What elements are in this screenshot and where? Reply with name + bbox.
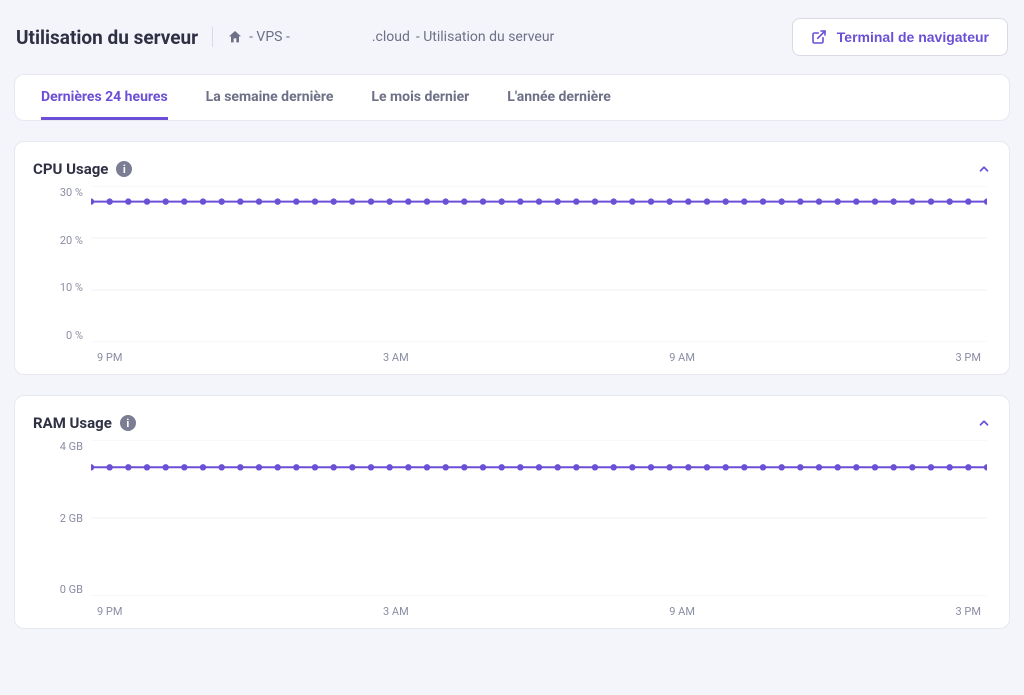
y-tick-label: 4 GB: [39, 440, 83, 453]
y-tick-label: 2 GB: [39, 512, 83, 525]
cpu-panel-title: CPU Usage: [33, 160, 108, 178]
x-tick-label: 3 AM: [383, 605, 409, 618]
cpu-usage-panel: CPU Usage i 30 % 20 % 10 % 0 % 9 PM 3 AM 9 AM…: [14, 141, 1010, 375]
y-tick-label: 30 %: [39, 186, 83, 199]
time-range-tabs: Dernières 24 heures La semaine dernière …: [14, 74, 1010, 121]
cpu-y-axis: 30 % 20 % 10 % 0 %: [39, 186, 83, 342]
ram-chart: 4 GB 2 GB 0 GB 9 PM 3 AM 9 AM 3 PM: [33, 440, 991, 620]
ram-title-wrap: RAM Usage i: [33, 414, 136, 432]
x-tick-label: 9 PM: [97, 605, 122, 618]
chevron-up-icon[interactable]: [977, 162, 991, 176]
ram-x-axis: 9 PM 3 AM 9 AM 3 PM: [91, 605, 987, 618]
x-tick-label: 3 PM: [956, 351, 981, 364]
breadcrumb-host-redacted: [296, 32, 366, 42]
breadcrumb-prefix: - VPS -: [249, 29, 290, 45]
cpu-plot: [91, 186, 987, 342]
ram-usage-panel: RAM Usage i 4 GB 2 GB 0 GB 9 PM 3 AM 9 AM 3 P…: [14, 395, 1010, 629]
header-left: Utilisation du serveur - VPS - .cloud - …: [16, 26, 554, 49]
ram-panel-title: RAM Usage: [33, 414, 112, 432]
y-tick-label: 20 %: [39, 234, 83, 247]
ram-plot: [91, 440, 987, 596]
x-tick-label: 9 AM: [669, 351, 695, 364]
cpu-chart: 30 % 20 % 10 % 0 % 9 PM 3 AM 9 AM 3 PM: [33, 186, 991, 366]
info-icon[interactable]: i: [116, 161, 132, 177]
x-tick-label: 9 AM: [669, 605, 695, 618]
page-header: Utilisation du serveur - VPS - .cloud - …: [14, 14, 1010, 60]
ram-panel-head: RAM Usage i: [33, 414, 991, 432]
tab-month[interactable]: Le mois dernier: [371, 75, 469, 120]
page-title: Utilisation du serveur: [16, 26, 198, 49]
chevron-up-icon[interactable]: [977, 416, 991, 430]
cpu-x-axis: 9 PM 3 AM 9 AM 3 PM: [91, 351, 987, 364]
y-tick-label: 0 %: [39, 329, 83, 342]
cpu-panel-head: CPU Usage i: [33, 160, 991, 178]
browser-terminal-label: Terminal de navigateur: [837, 29, 989, 45]
breadcrumb-suffix: - Utilisation du serveur: [416, 29, 554, 45]
external-link-icon: [811, 29, 827, 45]
x-tick-label: 3 AM: [383, 351, 409, 364]
cpu-title-wrap: CPU Usage i: [33, 160, 132, 178]
x-tick-label: 9 PM: [97, 351, 122, 364]
browser-terminal-button[interactable]: Terminal de navigateur: [792, 18, 1008, 56]
tab-24h[interactable]: Dernières 24 heures: [41, 75, 168, 120]
tab-week[interactable]: La semaine dernière: [206, 75, 334, 120]
breadcrumb-host-suffix: .cloud: [372, 29, 410, 45]
y-tick-label: 10 %: [39, 281, 83, 294]
tab-year[interactable]: L'année dernière: [507, 75, 611, 120]
y-tick-label: 0 GB: [39, 583, 83, 596]
info-icon[interactable]: i: [120, 415, 136, 431]
breadcrumb: - VPS - .cloud - Utilisation du serveur: [227, 29, 554, 45]
x-tick-label: 3 PM: [956, 605, 981, 618]
home-icon[interactable]: [227, 29, 243, 45]
breadcrumb-separator: [212, 27, 213, 47]
ram-y-axis: 4 GB 2 GB 0 GB: [39, 440, 83, 596]
